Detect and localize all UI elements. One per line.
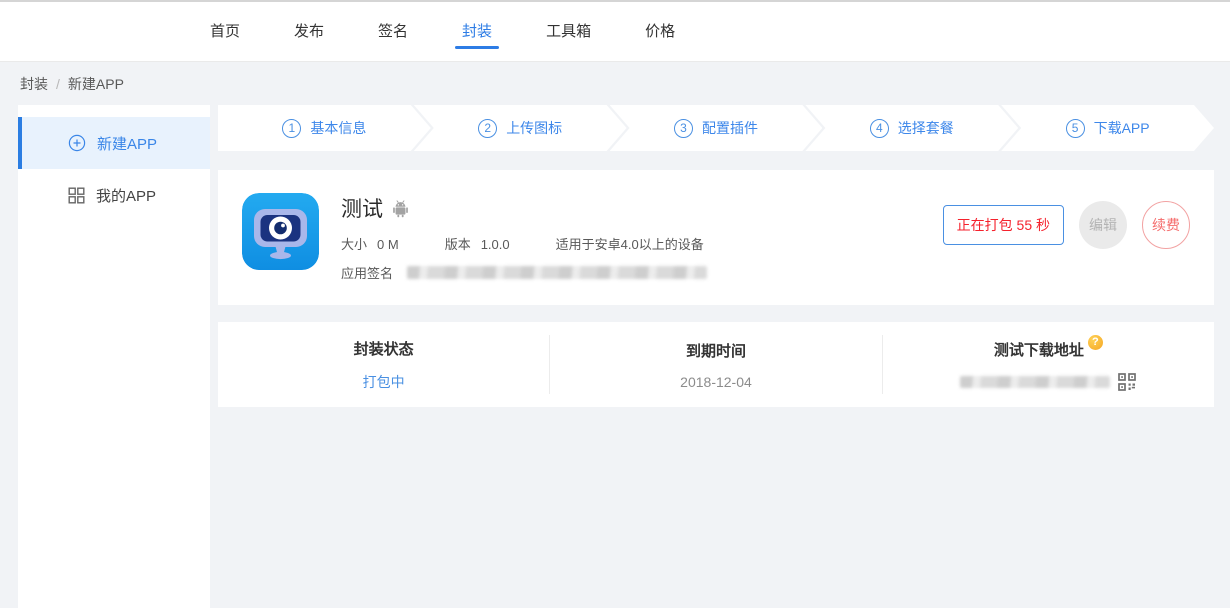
- nav-item-package[interactable]: 封装: [462, 2, 492, 62]
- status-title: 到期时间: [686, 340, 746, 361]
- packing-status-button[interactable]: 正在打包 55 秒: [943, 205, 1064, 245]
- main-panel: 1 基本信息 2 上传图标 3 配置插件 4 选择套餐 5 下载APP: [218, 105, 1214, 407]
- status-title: 封装状态: [354, 338, 414, 359]
- edit-button[interactable]: 编辑: [1079, 201, 1127, 249]
- step-label: 基本信息: [310, 118, 366, 138]
- content-layout: 新建APP 我的APP 1 基本信息 2 上传图标 3: [0, 105, 1230, 608]
- sidebar-item-new-app[interactable]: 新建APP: [18, 117, 210, 169]
- step-number-badge: 1: [282, 119, 301, 138]
- step-select-plan[interactable]: 4 选择套餐: [805, 105, 1018, 151]
- signature-redacted-value: [407, 266, 707, 279]
- app-card: 测试 大小 0 M: [218, 170, 1214, 305]
- nav-item-sign[interactable]: 签名: [378, 2, 408, 62]
- package-state-value[interactable]: 打包中: [363, 372, 405, 392]
- nav-item-publish[interactable]: 发布: [294, 2, 324, 62]
- step-label: 选择套餐: [898, 118, 954, 138]
- sidebar: 新建APP 我的APP: [18, 105, 210, 608]
- app-info: 测试 大小 0 M: [341, 193, 943, 282]
- sidebar-item-label: 我的APP: [96, 185, 156, 206]
- status-card: 封装状态 打包中 到期时间 2018-12-04 测试下载地址 ?: [218, 322, 1214, 407]
- step-number-badge: 4: [870, 119, 889, 138]
- version-value: 1.0.0: [481, 237, 510, 252]
- app-name: 测试: [341, 193, 383, 223]
- step-number-badge: 5: [1066, 119, 1085, 138]
- step-number-badge: 2: [478, 119, 497, 138]
- status-col-expiry: 到期时间 2018-12-04: [549, 335, 881, 394]
- help-icon[interactable]: ?: [1088, 335, 1103, 350]
- app-icon: [242, 193, 319, 270]
- breadcrumb-current: 新建APP: [68, 74, 124, 94]
- nav-item-toolbox[interactable]: 工具箱: [546, 2, 591, 62]
- status-col-download-url: 测试下载地址 ?: [882, 335, 1214, 394]
- breadcrumb: 封装 / 新建APP: [0, 62, 1230, 105]
- download-url-redacted-value: [960, 376, 1110, 388]
- step-label: 下载APP: [1094, 118, 1150, 138]
- size-label: 大小: [341, 237, 367, 252]
- size-value: 0 M: [377, 237, 399, 252]
- step-download-app[interactable]: 5 下载APP: [1001, 105, 1214, 151]
- sidebar-item-label: 新建APP: [97, 133, 157, 154]
- step-label: 上传图标: [506, 118, 562, 138]
- breadcrumb-separator: /: [56, 76, 60, 92]
- grid-icon: [68, 187, 85, 204]
- compatibility-text: 适用于安卓4.0以上的设备: [556, 234, 704, 253]
- step-basic-info[interactable]: 1 基本信息: [218, 105, 431, 151]
- app-actions: 正在打包 55 秒 编辑 续费: [943, 201, 1190, 249]
- plus-circle-icon: [68, 134, 86, 152]
- steps-bar: 1 基本信息 2 上传图标 3 配置插件 4 选择套餐 5 下载APP: [218, 105, 1214, 151]
- step-number-badge: 3: [674, 119, 693, 138]
- nav-item-home[interactable]: 首页: [210, 2, 240, 62]
- status-col-package-state: 封装状态 打包中: [218, 335, 549, 394]
- status-title: 测试下载地址: [994, 339, 1084, 360]
- expiry-date-value: 2018-12-04: [680, 374, 752, 390]
- step-configure-plugin[interactable]: 3 配置插件: [610, 105, 823, 151]
- android-icon: [392, 199, 409, 218]
- version-label: 版本: [445, 237, 471, 252]
- top-nav: 首页 发布 签名 封装 工具箱 价格: [0, 0, 1230, 62]
- signature-label: 应用签名: [341, 263, 393, 282]
- step-upload-icon[interactable]: 2 上传图标: [414, 105, 627, 151]
- qr-code-icon[interactable]: [1118, 373, 1136, 391]
- nav-item-price[interactable]: 价格: [645, 2, 675, 62]
- sidebar-item-my-app[interactable]: 我的APP: [18, 169, 210, 221]
- app-meta: 大小 0 M 版本 1.0.0 适用于安卓4.0以上的设备: [341, 234, 943, 253]
- renew-button[interactable]: 续费: [1142, 201, 1190, 249]
- breadcrumb-parent[interactable]: 封装: [20, 74, 48, 94]
- step-label: 配置插件: [702, 118, 758, 138]
